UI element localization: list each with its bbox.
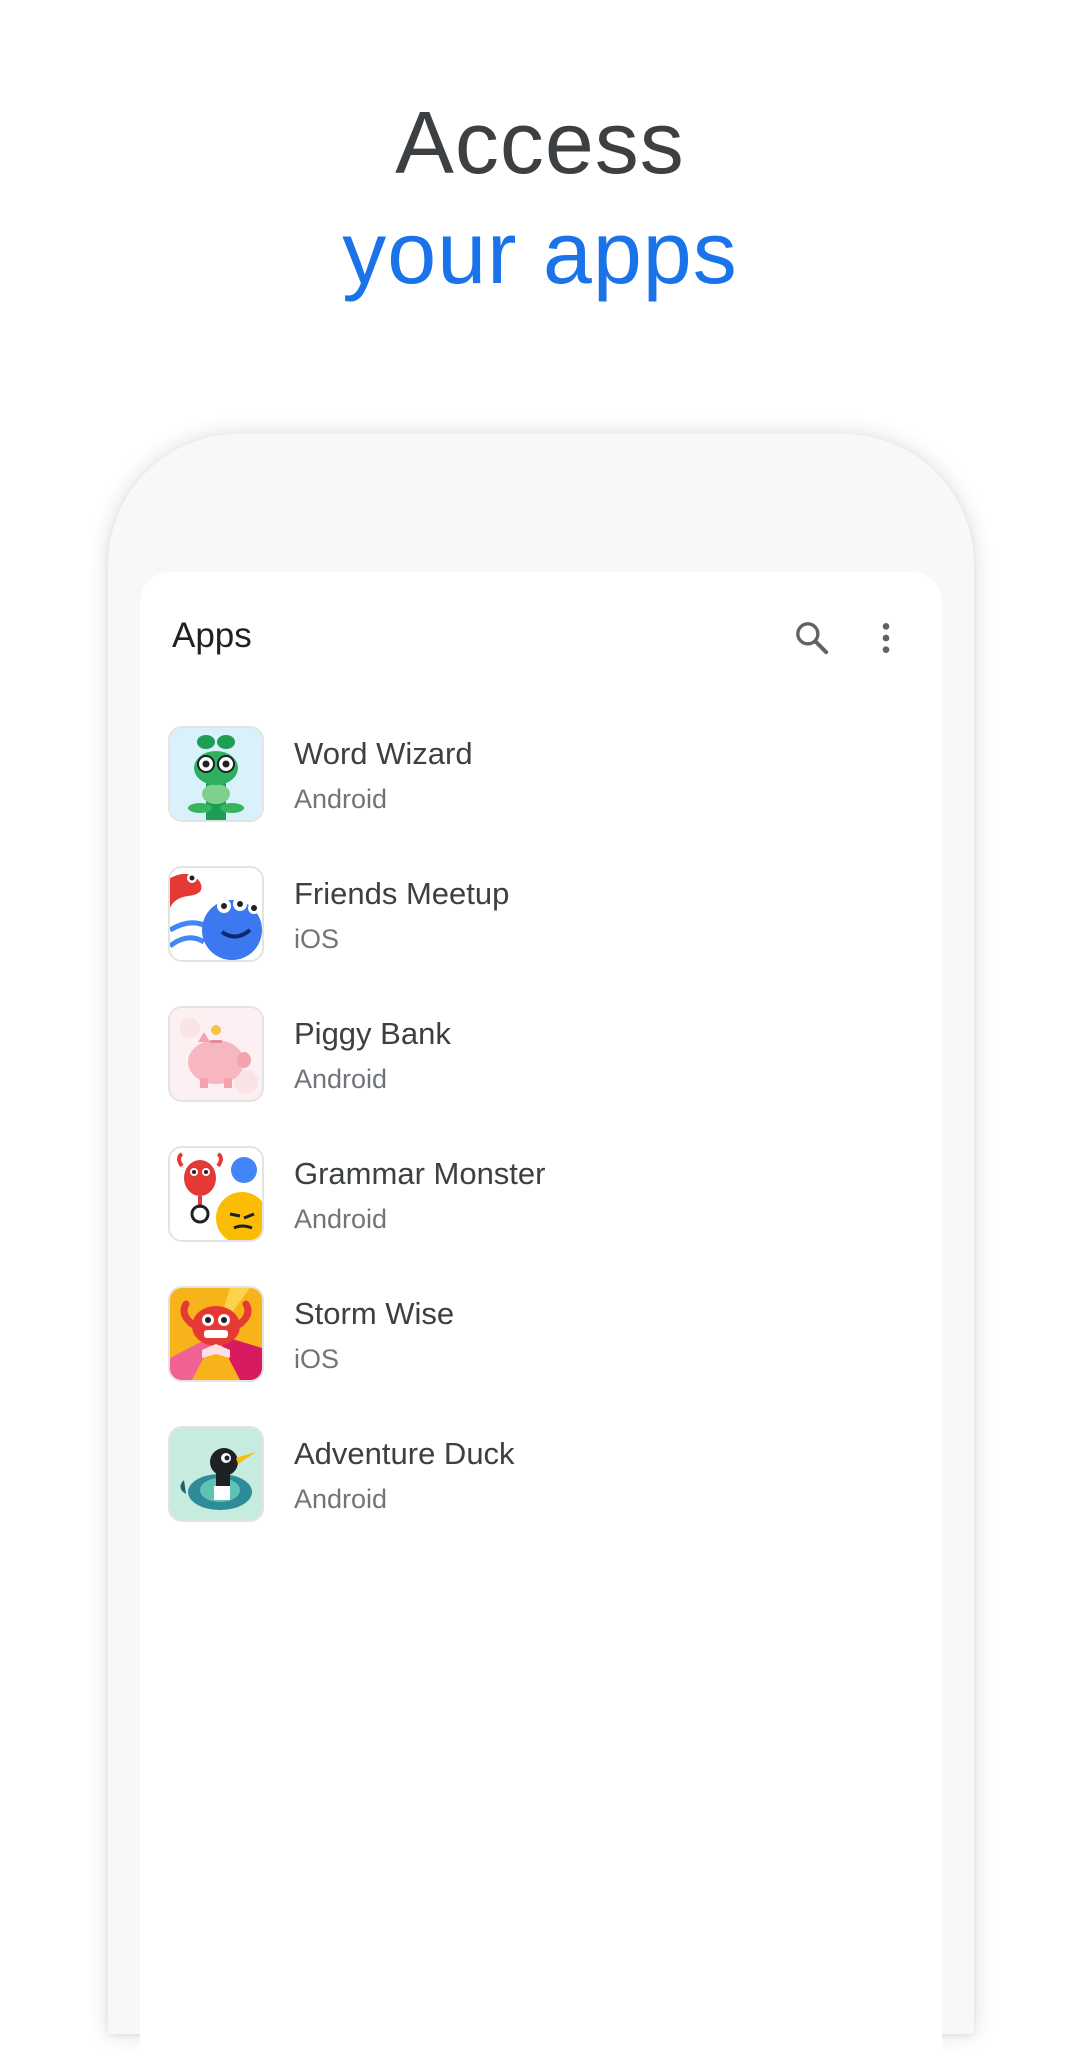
app-list-item[interactable]: Grammar Monster Android bbox=[140, 1148, 942, 1288]
headline: Access your apps bbox=[0, 88, 1080, 308]
app-platform: iOS bbox=[294, 924, 340, 954]
app-name: Adventure Duck bbox=[294, 1436, 515, 1471]
app-list-item[interactable]: Word Wizard Android bbox=[140, 728, 942, 868]
app-name: Storm Wise bbox=[294, 1296, 455, 1331]
phone-frame: Apps Word Wizard Android Friends Meetup … bbox=[108, 434, 974, 2072]
more-options-button[interactable] bbox=[858, 610, 914, 666]
app-platform: Android bbox=[294, 1204, 388, 1234]
search-icon bbox=[796, 622, 829, 655]
app-name: Piggy Bank bbox=[294, 1016, 451, 1051]
app-list-item[interactable]: Piggy Bank Android bbox=[140, 1008, 942, 1148]
storm-wise-icon bbox=[170, 1288, 262, 1380]
more-vert-icon bbox=[882, 623, 890, 653]
app-platform: Android bbox=[294, 784, 388, 814]
app-platform: Android bbox=[294, 1484, 388, 1514]
app-list-item[interactable]: Adventure Duck Android bbox=[140, 1428, 942, 1568]
app-list: Word Wizard Android Friends Meetup iOS P… bbox=[140, 728, 942, 1568]
search-button[interactable] bbox=[784, 610, 840, 666]
app-name: Grammar Monster bbox=[294, 1156, 546, 1191]
word-wizard-icon bbox=[170, 728, 262, 820]
app-list-item[interactable]: Friends Meetup iOS bbox=[140, 868, 942, 1008]
adventure-duck-icon bbox=[170, 1428, 262, 1520]
app-platform: Android bbox=[294, 1064, 388, 1094]
app-bar: Apps bbox=[140, 572, 942, 702]
app-bar-title: Apps bbox=[172, 616, 252, 655]
phone-screen: Apps Word Wizard Android Friends Meetup … bbox=[140, 572, 942, 2072]
headline-line-2: your apps bbox=[342, 203, 738, 302]
friends-meetup-icon bbox=[170, 868, 262, 960]
app-name: Word Wizard bbox=[294, 736, 473, 771]
piggy-bank-icon bbox=[170, 1008, 262, 1100]
headline-line-1: Access bbox=[395, 93, 685, 192]
app-list-item[interactable]: Storm Wise iOS bbox=[140, 1288, 942, 1428]
app-name: Friends Meetup bbox=[294, 876, 510, 911]
app-platform: iOS bbox=[294, 1344, 340, 1374]
grammar-monster-icon bbox=[170, 1148, 262, 1240]
